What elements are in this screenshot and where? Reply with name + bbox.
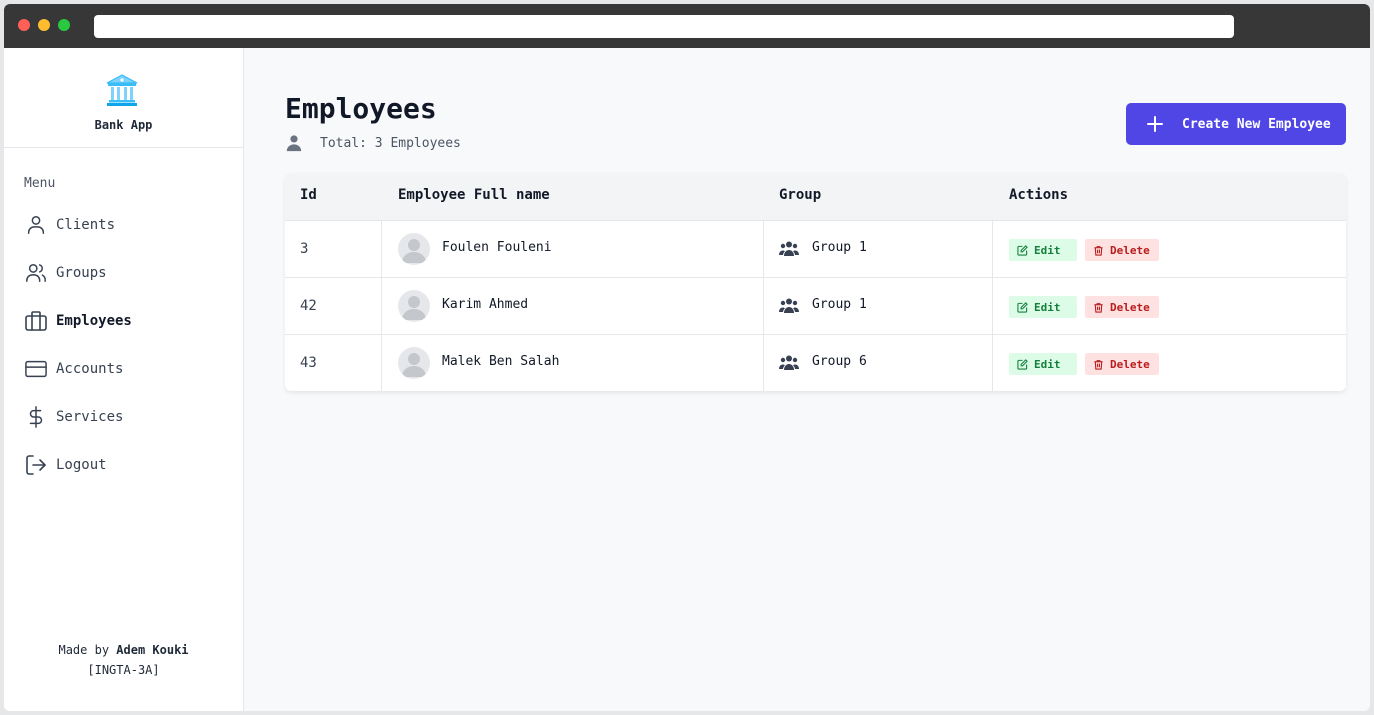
employee-id: 3 (300, 241, 309, 257)
minimize-window-button[interactable] (38, 19, 50, 31)
users-icon (24, 261, 48, 285)
trash-icon (1094, 359, 1103, 370)
bank-icon (106, 74, 138, 106)
employee-id: 42 (300, 298, 317, 314)
sidebar-item-label: Accounts (56, 361, 124, 377)
group-icon (779, 355, 799, 370)
employee-id: 43 (300, 355, 317, 371)
table-row: 42 Karim Ahmed Group 1 Edit Delete (285, 277, 1346, 335)
maximize-window-button[interactable] (58, 19, 70, 31)
header-id: Id (300, 187, 317, 203)
page-title: Employees (285, 92, 437, 125)
main-content: Employees Total: 3 Employees Create New … (244, 48, 1370, 711)
person-icon (286, 135, 302, 152)
trash-icon (1094, 245, 1103, 256)
close-window-button[interactable] (18, 19, 30, 31)
table-row: 3 Foulen Fouleni Group 1 Edit Delete (285, 220, 1346, 278)
table-row: 43 Malek Ben Salah Group 6 Edit Delete (285, 334, 1346, 391)
menu-title: Menu (24, 176, 56, 191)
total-text: Total: 3 Employees (320, 135, 461, 151)
create-button-label: Create New Employee (1182, 116, 1331, 132)
delete-button[interactable]: Delete (1085, 239, 1159, 261)
sidebar-item-clients[interactable]: Clients (24, 209, 224, 241)
edit-button[interactable]: Edit (1009, 296, 1077, 318)
avatar (398, 347, 430, 379)
table-header: Id Employee Full name Group Actions (285, 173, 1346, 220)
group-icon (779, 241, 799, 256)
header-name: Employee Full name (398, 187, 550, 203)
header-actions: Actions (1009, 187, 1069, 203)
edit-button[interactable]: Edit (1009, 353, 1077, 375)
browser-window: Bank App Menu Clients Groups Employees A… (4, 4, 1370, 711)
user-icon (24, 213, 48, 237)
edit-button[interactable]: Edit (1009, 239, 1077, 261)
browser-titlebar (4, 4, 1370, 48)
brand: Bank App (4, 48, 243, 148)
sidebar-item-employees[interactable]: Employees (24, 305, 224, 337)
delete-label: Delete (1110, 243, 1150, 257)
create-employee-button[interactable]: Create New Employee (1126, 103, 1346, 145)
author-name: Adem Kouki (116, 643, 189, 657)
edit-label: Edit (1034, 357, 1061, 371)
sidebar-footer: Made by Adem Kouki [INGTA-3A] (4, 640, 243, 680)
app-name: Bank App (94, 118, 153, 132)
delete-label: Delete (1110, 300, 1150, 314)
employees-table: Id Employee Full name Group Actions 3 Fo… (285, 173, 1346, 391)
trash-icon (1094, 302, 1103, 313)
employee-group: Group 6 (812, 354, 867, 369)
footer-class: [INGTA-3A] (87, 663, 160, 677)
group-icon (779, 298, 799, 313)
plus-icon (1147, 116, 1163, 132)
delete-button[interactable]: Delete (1085, 296, 1159, 318)
avatar (398, 233, 430, 265)
sidebar-item-label: Services (56, 409, 124, 425)
sidebar-item-label: Employees (56, 313, 132, 329)
header-group: Group (779, 187, 822, 203)
address-bar[interactable] (94, 15, 1234, 38)
edit-icon (1017, 301, 1028, 313)
briefcase-icon (24, 309, 48, 333)
made-by-text: Made by (58, 643, 110, 657)
sidebar-item-label: Logout (56, 457, 107, 473)
employee-name: Foulen Fouleni (442, 240, 552, 255)
total-count: Total: 3 Employees (285, 134, 461, 152)
footer-credit: Made by Adem Kouki (4, 640, 243, 660)
sidebar-item-services[interactable]: Services (24, 401, 224, 433)
credit-card-icon (24, 357, 48, 381)
employee-name: Karim Ahmed (442, 297, 529, 312)
employee-group: Group 1 (812, 297, 867, 312)
edit-label: Edit (1034, 243, 1061, 257)
sidebar-item-accounts[interactable]: Accounts (24, 353, 224, 385)
avatar (398, 290, 430, 322)
sidebar-item-groups[interactable]: Groups (24, 257, 224, 289)
delete-button[interactable]: Delete (1085, 353, 1159, 375)
sidebar: Bank App Menu Clients Groups Employees A… (4, 48, 244, 711)
sidebar-item-label: Clients (56, 217, 116, 233)
sidebar-item-label: Groups (56, 265, 107, 281)
sidebar-item-logout[interactable]: Logout (24, 449, 224, 481)
employee-group: Group 1 (812, 240, 867, 255)
employee-name: Malek Ben Salah (442, 354, 560, 369)
edit-icon (1017, 358, 1028, 370)
edit-icon (1017, 244, 1028, 256)
logout-icon (24, 453, 48, 477)
edit-label: Edit (1034, 300, 1061, 314)
delete-label: Delete (1110, 357, 1150, 371)
dollar-icon (24, 405, 48, 429)
